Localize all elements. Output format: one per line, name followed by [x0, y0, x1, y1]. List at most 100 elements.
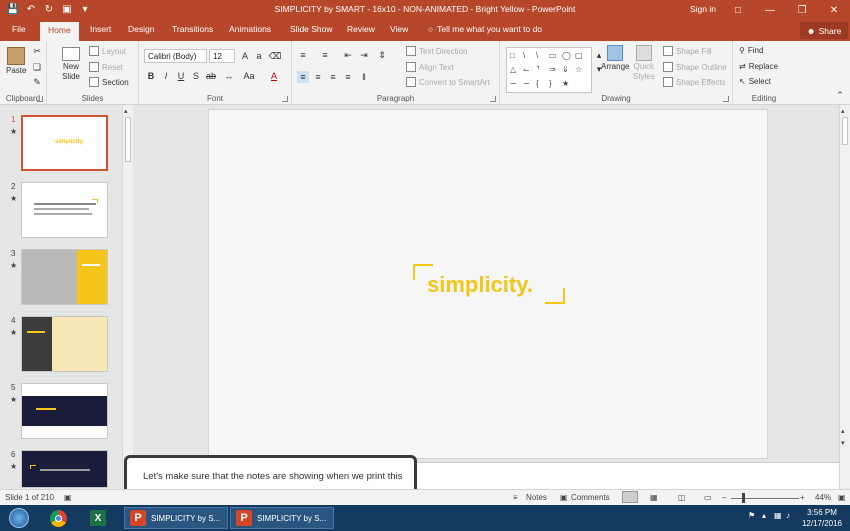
star-shape-icon[interactable]: ☆ [575, 65, 582, 74]
zoom-in-icon[interactable]: + [800, 493, 805, 502]
thumbnail-row-5[interactable]: 5 ★ [0, 383, 122, 443]
flag-icon[interactable]: ⚑ [748, 511, 755, 520]
tab-view[interactable]: View [390, 24, 408, 34]
down-arrow-shape-icon[interactable]: ⇓ [562, 65, 569, 74]
scroll-thumb[interactable] [125, 117, 131, 162]
strikethrough-icon[interactable]: ab [205, 70, 217, 82]
tell-me-box[interactable]: ○ Tell me what you want to do [428, 24, 542, 34]
italic-icon[interactable]: I [160, 70, 172, 82]
curve-shape-icon-2[interactable]: ∼ [523, 79, 530, 88]
tab-design[interactable]: Design [128, 24, 154, 34]
thumbnail-row-2[interactable]: 2 ★ [0, 182, 122, 242]
thumbnail-slide-6[interactable] [21, 450, 108, 488]
line-shape-icon-2[interactable]: \ [536, 51, 538, 60]
tab-animations[interactable]: Animations [229, 24, 271, 34]
slide-sorter-icon[interactable]: ▦ [650, 493, 658, 502]
layout-button[interactable]: Layout [89, 46, 126, 56]
tab-review[interactable]: Review [347, 24, 375, 34]
tab-insert[interactable]: Insert [90, 24, 111, 34]
copy-icon[interactable]: ❏ [31, 61, 43, 73]
powerpoint-task-2[interactable]: P SIMPLICITY by S... [230, 507, 334, 529]
font-color-icon[interactable]: A [268, 70, 280, 82]
select-button[interactable]: ↖ Select [739, 77, 771, 86]
convert-smartart-button[interactable]: Convert to SmartArt [406, 77, 490, 87]
shape-outline-button[interactable]: Shape Outline [663, 62, 727, 72]
ribbon-display-options-icon[interactable]: □ [722, 0, 754, 20]
star-shape-icon-2[interactable]: ★ [562, 79, 569, 88]
curve-shape-icon[interactable]: ∽ [510, 79, 517, 88]
arrange-button[interactable]: Arrange [601, 45, 629, 71]
thumbnail-slide-1[interactable]: simplicity. [21, 115, 108, 171]
decrease-indent-icon[interactable]: ⇤ [342, 49, 354, 61]
textbox-shape-icon[interactable]: □ [510, 51, 515, 60]
comments-button[interactable]: Comments [571, 493, 610, 502]
bullets-icon[interactable]: ≡ [297, 49, 309, 61]
thumbnail-slide-4[interactable] [21, 316, 108, 372]
text-direction-button[interactable]: Text Direction [406, 46, 467, 56]
minimize-icon[interactable]: — [754, 0, 786, 20]
increase-font-icon[interactable]: A [239, 50, 251, 62]
elbow-shape-icon-2[interactable]: ⌝ [536, 65, 540, 74]
notes-button[interactable]: Notes [526, 493, 547, 502]
format-painter-icon[interactable]: ✎ [31, 76, 43, 88]
system-clock[interactable]: 3:56 PM 12/17/2016 [800, 507, 844, 529]
tab-file[interactable]: File [12, 24, 26, 34]
increase-indent-icon[interactable]: ⇥ [358, 49, 370, 61]
justify-icon[interactable]: ≡ [342, 71, 354, 83]
brace-shape-icon[interactable]: { [536, 79, 539, 88]
normal-view-icon[interactable] [622, 491, 638, 503]
cut-icon[interactable]: ✂ [31, 45, 43, 57]
replace-button[interactable]: ⇄ Replace [739, 62, 778, 71]
elbow-shape-icon[interactable]: ⌙ [523, 65, 530, 74]
find-button[interactable]: ⚲ Find [739, 46, 763, 55]
reading-view-icon[interactable]: ◫ [678, 493, 686, 502]
align-left-icon[interactable]: ≡ [297, 71, 309, 83]
tab-slide-show[interactable]: Slide Show [290, 24, 333, 34]
reset-button[interactable]: Reset [89, 62, 123, 72]
clear-formatting-icon[interactable]: ⌫ [269, 50, 282, 62]
current-slide[interactable]: simplicity. [208, 109, 768, 459]
font-name-combo[interactable]: Calibri (Body) [144, 49, 207, 63]
scroll-thumb[interactable] [842, 117, 848, 145]
new-slide-button[interactable]: New Slide [62, 47, 80, 81]
thumbnail-row-1[interactable]: 1 ★ simplicity. [0, 115, 122, 175]
columns-icon[interactable]: ‖ [358, 71, 370, 83]
volume-icon[interactable]: ♪ [786, 511, 790, 520]
collapse-ribbon-icon[interactable]: ⌃ [834, 89, 846, 101]
thumbnail-row-4[interactable]: 4 ★ [0, 316, 122, 376]
zoom-level[interactable]: 44% [815, 493, 831, 502]
change-case-icon[interactable]: Aa [243, 70, 255, 82]
triangle-shape-icon[interactable]: △ [510, 65, 516, 74]
zoom-out-icon[interactable]: – [722, 493, 726, 502]
oval-shape-icon[interactable]: ◯ [562, 51, 571, 60]
align-text-button[interactable]: Align Text [406, 62, 454, 72]
previous-slide-icon[interactable]: ▴ [841, 427, 845, 435]
excel-taskbar-icon[interactable]: X [86, 506, 110, 530]
sign-in-link[interactable]: Sign in [690, 4, 716, 14]
decrease-font-icon[interactable]: a [253, 50, 265, 62]
font-dialog-launcher-icon[interactable] [282, 96, 288, 102]
thumbnail-slide-5[interactable] [21, 383, 108, 439]
line-shape-icon[interactable]: \ [523, 51, 525, 60]
paste-button[interactable]: Paste [6, 47, 26, 75]
shadow-icon[interactable]: S [190, 70, 202, 82]
thumbnail-row-3[interactable]: 3 ★ [0, 249, 122, 309]
bold-icon[interactable]: B [145, 70, 157, 82]
tab-transitions[interactable]: Transitions [172, 24, 213, 34]
slide-show-icon[interactable]: ▭ [704, 493, 712, 502]
character-spacing-icon[interactable]: ↔ [223, 70, 235, 82]
align-right-icon[interactable]: ≡ [327, 71, 339, 83]
show-hidden-icons-icon[interactable]: ▴ [762, 511, 766, 520]
spell-check-icon[interactable]: ▣ [64, 493, 72, 502]
clipboard-dialog-launcher-icon[interactable] [37, 96, 43, 102]
tab-home[interactable]: Home [40, 22, 79, 41]
notes-text[interactable]: Let's make sure that the notes are showi… [143, 471, 403, 482]
brace-shape-icon-2[interactable]: } [549, 79, 552, 88]
chrome-taskbar-icon[interactable] [46, 506, 70, 530]
align-center-icon[interactable]: ≡ [312, 71, 324, 83]
shapes-gallery[interactable]: □ \ \ ▭ ◯ ▢ △ ⌙ ⌝ ⇒ ⇓ ☆ ∽ ∼ { } ★ [506, 47, 592, 93]
network-icon[interactable]: ▦ [774, 511, 782, 520]
thumbnail-slide-3[interactable] [21, 249, 108, 305]
scroll-up-icon[interactable]: ▴ [124, 107, 132, 115]
underline-icon[interactable]: U [175, 70, 187, 82]
